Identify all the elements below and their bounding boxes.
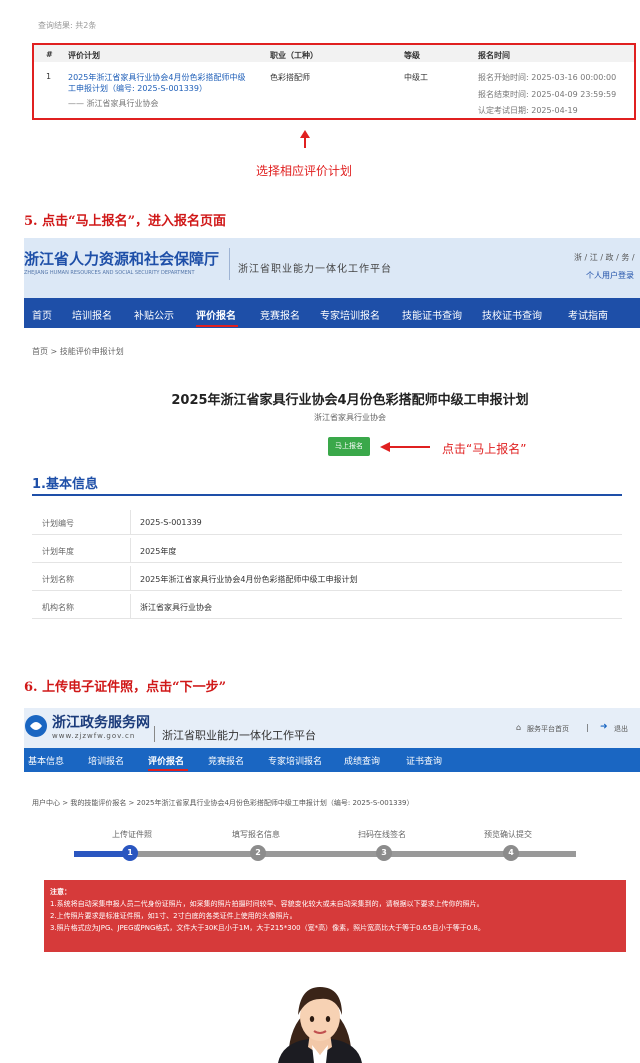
step6-title: 6. 上传电子证件照，点击“下一步” [24, 680, 227, 695]
col-time: 报名时间 [478, 51, 510, 60]
row-time-start: 报名开始时间: 2025-03-16 00:00:00 [478, 73, 617, 82]
info-row-plan-year: 计划年度 2025年度 [32, 538, 622, 563]
plan-org: —— 浙江省家具行业协会 [68, 99, 159, 108]
step-circle-2: 2 [250, 845, 266, 861]
step-circle-1: 1 [122, 845, 138, 861]
header-sep: | [586, 723, 589, 732]
zjzwfw-header: 浙江政务服务网 www.zjzwfw.gov.cn 浙江省职业能力一体化工作平台… [24, 708, 640, 748]
info-sep [130, 538, 131, 562]
notice-box: 注意： 1.系统将自动采集申报人员二代身份证照片，如采集的照片拍摄时间较早、容貌… [44, 880, 626, 952]
zjzwfw-site-name: 浙江政务服务网 [52, 715, 150, 731]
nav-active-indicator [148, 769, 188, 771]
breadcrumb: 用户中心 > 我的技能评价报名 > 2025年浙江省家具行业协会4月份色彩搭配师… [32, 799, 414, 807]
nav-school-cert[interactable]: 技校证书查询 [482, 307, 542, 322]
nav-expert-training[interactable]: 专家培训报名 [268, 754, 322, 767]
row-time-end: 报名结束时间: 2025-04-09 23:59:59 [478, 90, 617, 99]
step-circle-4: 4 [503, 845, 519, 861]
nav-expert-training[interactable]: 专家培训报名 [320, 307, 380, 322]
plan-title: 2025年浙江省家具行业协会4月份色彩搭配师中级工申报计划 [171, 393, 529, 408]
info-sep [130, 566, 131, 590]
nav-cert-query[interactable]: 证书查询 [406, 754, 442, 767]
zjzwfw-nav: 基本信息 培训报名 评价报名 竞赛报名 专家培训报名 成绩查询 证书查询 [24, 748, 640, 772]
section-divider [32, 494, 622, 496]
col-occupation: 职业（工种） [270, 51, 318, 60]
step5-title: 5. 点击“马上报名”，进入报名页面 [24, 214, 227, 229]
plan-link-line1[interactable]: 2025年浙江省家具行业协会4月份色彩搭配师中级 [68, 72, 245, 83]
arrow-left-icon [380, 442, 430, 452]
col-level: 等级 [404, 51, 420, 60]
nav-score-query[interactable]: 成绩查询 [344, 754, 380, 767]
info-sep [130, 510, 131, 534]
row-occupation: 色彩搭配师 [270, 73, 310, 82]
nav-subsidy[interactable]: 补贴公示 [134, 307, 174, 322]
row-exam-date: 认定考试日期: 2025-04-19 [478, 106, 578, 115]
nav-training[interactable]: 培训报名 [88, 754, 124, 767]
zjzwfw-logo-icon [25, 715, 47, 737]
info-label: 计划名称 [42, 575, 74, 584]
info-value: 2025-S-001339 [140, 518, 202, 527]
info-value: 2025年度 [140, 547, 177, 556]
hrss-header: 浙江省人力资源和社会保障厅 ZHEJIANG HUMAN RESOURCES A… [24, 238, 640, 298]
row-index: 1 [46, 72, 52, 81]
platform-home-link[interactable]: 服务平台首页 [527, 724, 569, 734]
nav-exam-guide[interactable]: 考试指南 [568, 307, 608, 322]
row-level: 中级工 [404, 73, 428, 82]
hrss-org-name: 浙江省人力资源和社会保障厅 [24, 250, 220, 268]
nav-active-indicator [196, 325, 238, 327]
plan-subtitle: 浙江省家具行业协会 [314, 413, 386, 422]
logout-icon: ➜ [600, 722, 608, 732]
section-basic-info: 1.基本信息 [32, 477, 98, 492]
nav-competition[interactable]: 竞赛报名 [260, 307, 300, 322]
notice-line-1: 1.系统将自动采集申报人员二代身份证照片，如采集的照片拍摄时间较早、容貌变化较大… [50, 900, 484, 908]
hrss-nav: 首页 培训报名 补贴公示 评价报名 竞赛报名 专家培训报名 技能证书查询 技校证… [24, 298, 640, 328]
sample-portrait-image [278, 987, 362, 1063]
info-value: 2025年浙江省家具行业协会4月份色彩搭配师中级工申报计划 [140, 575, 358, 584]
info-row-plan-id: 计划编号 2025-S-001339 [32, 510, 622, 535]
result-table: # 评价计划 职业（工种） 等级 报名时间 1 2025年浙江省家具行业协会4月… [32, 43, 636, 120]
table-header: # 评价计划 职业（工种） 等级 报名时间 [34, 45, 634, 62]
plan-link-line2[interactable]: 工申报计划（编号: 2025-S-001339） [68, 83, 207, 94]
step-label-sign: 扫码在线签名 [358, 830, 406, 839]
gov-links[interactable]: 浙 / 江 / 政 / 务 / [574, 252, 635, 263]
header-divider [154, 726, 155, 742]
info-sep [130, 594, 131, 618]
arrow-up-shaft [304, 137, 306, 148]
step-circle-3: 3 [376, 845, 392, 861]
col-plan: 评价计划 [68, 51, 100, 60]
info-label: 机构名称 [42, 603, 74, 612]
notice-line-2: 2.上传照片要求是标准证件照，如1寸、2寸白底的各类证件上使用的头像照片。 [50, 912, 297, 920]
col-index: # [46, 50, 53, 59]
info-label: 计划年度 [42, 547, 74, 556]
signup-button[interactable]: 马上报名 [328, 437, 370, 456]
notice-title: 注意： [50, 888, 71, 896]
info-row-org: 机构名称 浙江省家具行业协会 [32, 594, 622, 619]
user-login-link[interactable]: 个人用户登录 [586, 270, 634, 281]
nav-skill-cert[interactable]: 技能证书查询 [402, 307, 462, 322]
nav-training[interactable]: 培训报名 [72, 307, 112, 322]
logout-link[interactable]: 退出 [614, 724, 628, 734]
info-label: 计划编号 [42, 519, 74, 528]
zjzwfw-platform-name: 浙江省职业能力一体化工作平台 [162, 729, 316, 742]
nav-competition[interactable]: 竞赛报名 [208, 754, 244, 767]
home-icon: ⌂ [516, 723, 522, 732]
nav-basic-info[interactable]: 基本信息 [28, 754, 64, 767]
breadcrumb: 首页 > 技能评价申报计划 [32, 347, 124, 356]
result-count: 查询结果: 共2条 [38, 21, 97, 30]
step-label-upload: 上传证件照 [112, 830, 152, 839]
nav-home[interactable]: 首页 [32, 307, 52, 322]
hrss-platform-name: 浙江省职业能力一体化工作平台 [238, 264, 392, 275]
zjzwfw-site-url: www.zjzwfw.gov.cn [52, 732, 136, 740]
info-value: 浙江省家具行业协会 [140, 603, 212, 612]
notice-line-3: 3.照片格式应为JPG、JPEG或PNG格式，文件大于30K且小于1M，大于21… [50, 924, 485, 932]
info-row-plan-name: 计划名称 2025年浙江省家具行业协会4月份色彩搭配师中级工申报计划 [32, 566, 622, 591]
step-label-fill: 填写报名信息 [232, 830, 280, 839]
annotation-signup: 点击“马上报名” [442, 442, 527, 456]
nav-evaluation[interactable]: 评价报名 [196, 307, 236, 322]
nav-evaluation[interactable]: 评价报名 [148, 754, 184, 767]
annotation-select-plan: 选择相应评价计划 [256, 164, 353, 178]
step-label-confirm: 预览确认提交 [484, 830, 532, 839]
header-divider [229, 248, 230, 280]
hrss-org-en: ZHEJIANG HUMAN RESOURCES AND SOCIAL SECU… [24, 270, 195, 276]
